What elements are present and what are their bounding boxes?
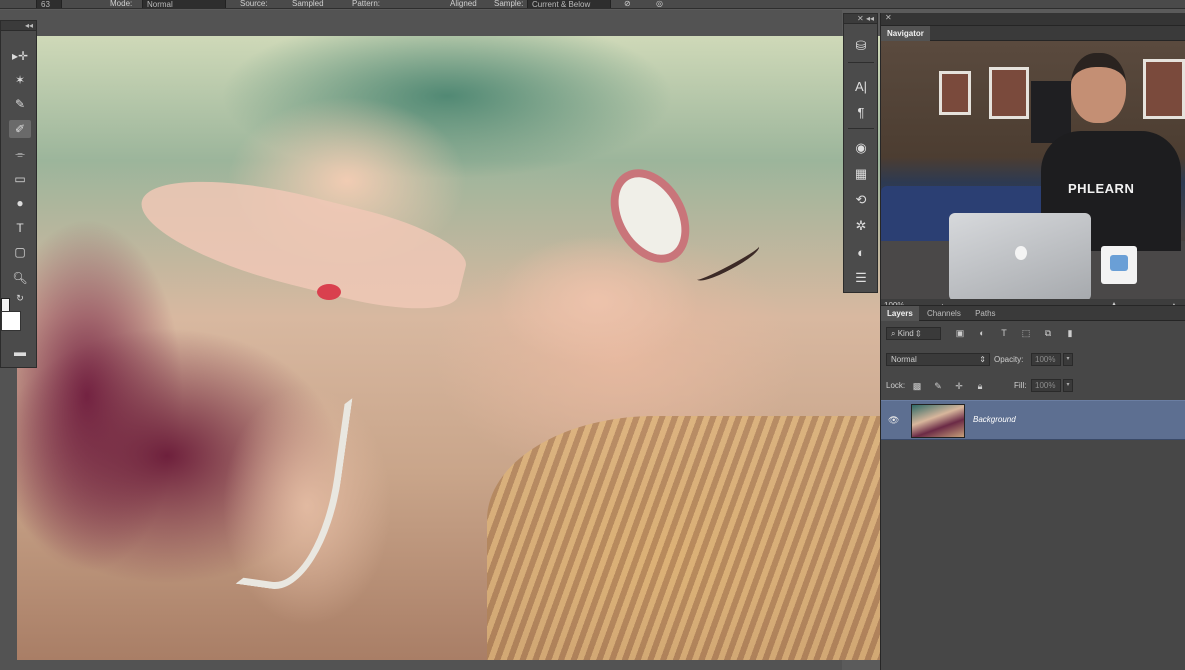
properties-icon[interactable]: ☰ <box>850 268 872 288</box>
mode-label: Mode: <box>110 0 133 8</box>
close-icon[interactable]: ✕ <box>885 13 892 22</box>
right-panel-topbar: ✕ <box>881 13 1185 26</box>
adjustment-filter-icon[interactable]: ◐ <box>976 328 988 339</box>
shape-filter-icon[interactable]: ⬚ <box>1020 328 1032 339</box>
filter-toggle-icon[interactable]: ▮ <box>1064 328 1076 339</box>
clone-source-icon[interactable]: ⛁ <box>850 36 872 56</box>
layer-thumbnail <box>911 404 965 438</box>
pressure-icon[interactable]: ◎ <box>656 0 663 8</box>
canvas-hair-shape <box>487 416 881 660</box>
swatches-grid-icon[interactable]: ▦ <box>850 164 872 184</box>
styles-icon[interactable]: ◐ <box>850 242 872 262</box>
blend-mode-value: Normal <box>891 355 917 364</box>
fill-label: Fill: <box>1014 381 1027 390</box>
presenter-head <box>1071 53 1126 123</box>
kind-filter-value: Kind <box>897 329 914 338</box>
navigator-tabbar: Navigator <box>881 26 1185 41</box>
fill-dropdown-icon[interactable]: ▾ <box>1063 379 1073 392</box>
kind-filter-select[interactable]: ⌕ Kind ⇕ <box>886 327 941 340</box>
move-tool-icon[interactable]: ▸✛ <box>9 47 31 65</box>
sample-select[interactable]: Current & Below <box>527 0 611 8</box>
blend-mode-select[interactable]: Normal ⇕ <box>886 353 990 366</box>
dodge-tool-icon[interactable]: ● <box>9 194 31 212</box>
shape-tool-icon[interactable]: ▢ <box>9 243 31 261</box>
sample-label: Sample: <box>494 0 524 8</box>
sampled-radio[interactable]: Sampled <box>292 0 324 8</box>
screen-mode-icon[interactable]: ▬ <box>9 343 31 361</box>
wall-frame <box>1143 59 1185 119</box>
shirt-logo-text: PHLEARN <box>1068 181 1135 196</box>
dock-header[interactable]: ✕ ◂◂ <box>844 14 877 24</box>
magic-wand-tool-icon[interactable]: ✶ <box>9 71 31 89</box>
apple-logo-icon <box>1015 246 1027 260</box>
pixel-filter-icon[interactable]: ▣ <box>954 328 966 339</box>
wall-frame <box>939 71 971 115</box>
layer-name[interactable]: Background <box>973 415 1016 424</box>
tab-navigator[interactable]: Navigator <box>881 26 930 41</box>
canvas-smile-shape <box>594 155 706 277</box>
type-filter-icon[interactable]: T <box>998 328 1010 339</box>
tools-panel: ◂◂ ▸✛ ✶ ✎ ✐ ⌯ ▭ ● T ▢ 🔍︎ ↻ ▬ <box>0 20 37 368</box>
wall-frame <box>989 67 1029 119</box>
zoom-tool-icon[interactable]: 🔍︎ <box>9 269 31 287</box>
lock-all-icon[interactable]: 🔒︎ <box>974 380 986 392</box>
fill-field[interactable]: 100% <box>1031 379 1061 392</box>
tab-channels[interactable]: Channels <box>921 306 967 321</box>
lock-row: Lock: ▩ ✎ ✛ 🔒︎ Fill: 100% ▾ <box>886 379 1181 393</box>
aligned-checkbox[interactable]: Aligned <box>450 0 477 8</box>
eyedropper-tool-icon[interactable]: ✎ <box>9 95 31 113</box>
paragraph-icon[interactable]: ¶ <box>850 102 872 122</box>
canvas-hand-shape <box>131 157 473 325</box>
opacity-dropdown-icon[interactable]: ▾ <box>1063 353 1073 366</box>
opacity-label: Opacity: <box>994 355 1024 364</box>
layers-tabbar: Layers Channels Paths <box>881 306 1185 321</box>
pattern-radio[interactable]: Pattern: <box>352 0 380 8</box>
canvas-fingernail-shape <box>317 284 341 300</box>
character-icon[interactable]: A| <box>850 76 872 96</box>
image-canvas[interactable] <box>17 36 881 660</box>
clone-stamp-tool-icon[interactable]: ⌯ <box>9 145 31 163</box>
right-panel-group: ✕ Navigator PHLEARN 10 <box>880 13 1185 670</box>
collapsed-panels-dock: ✕ ◂◂ ⛁ A| ¶ ◉ ▦ ⟲ ✲ ◐ ☰ <box>843 13 878 293</box>
navigator-preview[interactable]: PHLEARN <box>881 41 1185 299</box>
opacity-field[interactable]: 100% <box>1031 353 1061 366</box>
layer-row-background[interactable]: 👁︎ Background <box>881 400 1185 440</box>
lock-transparency-icon[interactable]: ▩ <box>911 380 923 392</box>
gradient-tool-icon[interactable]: ▭ <box>9 170 31 188</box>
type-tool-icon[interactable]: T <box>9 219 31 237</box>
smart-object-filter-icon[interactable]: ⧉ <box>1042 328 1054 339</box>
options-bar: 63 Mode: Normal Source: Sampled Pattern:… <box>0 0 1185 9</box>
tools-panel-header[interactable]: ◂◂ <box>1 21 36 31</box>
layers-panel: Layers Channels Paths ⌕ Kind ⇕ ▣ ◐ T ⬚ ⧉… <box>881 305 1185 670</box>
tab-paths[interactable]: Paths <box>969 306 1001 321</box>
navigator-panel: Navigator PHLEARN 100% ▲ <box>881 26 1185 314</box>
photoshop-window: 63 Mode: Normal Source: Sampled Pattern:… <box>0 0 1185 670</box>
canvas-necklace-shape <box>235 385 353 597</box>
blend-row: Normal ⇕ Opacity: 100% ▾ <box>886 353 1181 367</box>
brush-size-field[interactable]: 63 <box>36 0 62 8</box>
background-color-swatch[interactable] <box>1 311 21 331</box>
ignore-adjustment-icon[interactable]: ⊘ <box>624 0 631 8</box>
eye-icon[interactable]: 👁︎ <box>888 415 902 425</box>
history-icon[interactable]: ⟲ <box>850 190 872 210</box>
mode-select[interactable]: Normal <box>142 0 226 8</box>
tab-layers[interactable]: Layers <box>881 306 919 321</box>
brush-presets-icon[interactable]: ✲ <box>850 216 872 236</box>
lock-label: Lock: <box>886 381 906 390</box>
lock-position-icon[interactable]: ✛ <box>953 380 965 392</box>
source-label: Source: <box>240 0 268 8</box>
swap-colors-icon[interactable]: ↻ <box>9 289 31 307</box>
adjustments-icon[interactable]: ◉ <box>850 138 872 158</box>
canvas-eye-shape <box>693 240 763 286</box>
mug-logo-icon <box>1110 255 1128 271</box>
lock-pixels-icon[interactable]: ✎ <box>932 380 944 392</box>
brush-tool-icon[interactable]: ✐ <box>9 120 31 138</box>
